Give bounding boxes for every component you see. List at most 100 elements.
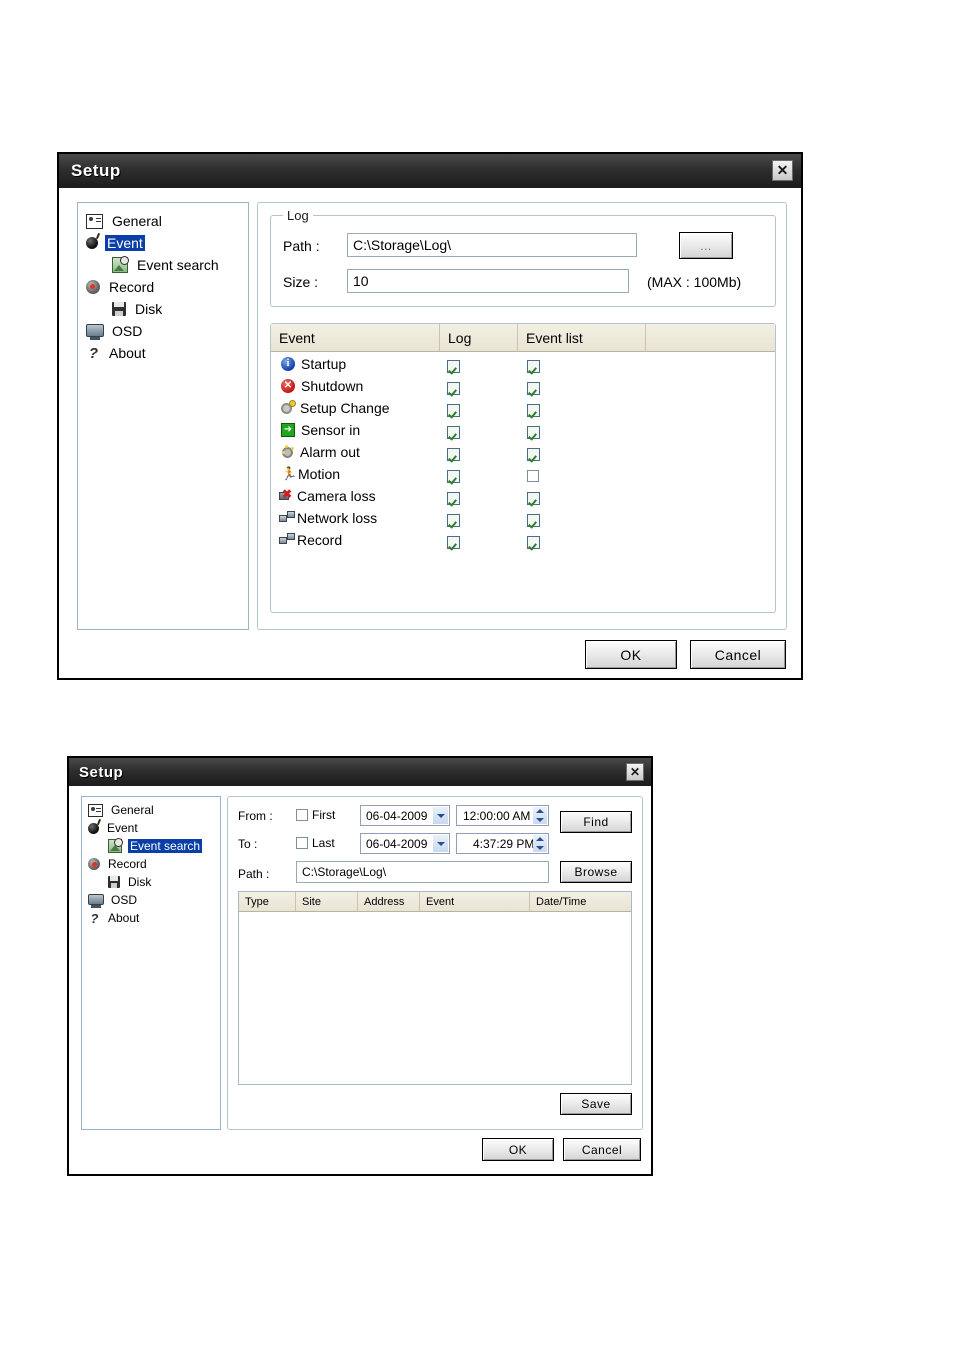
sidebar-label: Event search bbox=[137, 257, 219, 273]
page-root: Setup ✕ General Event Event search Recor… bbox=[0, 0, 954, 1350]
sidebar-item-general[interactable]: General bbox=[86, 213, 164, 229]
sidebar-label: Record bbox=[109, 279, 155, 295]
from-label: From : bbox=[238, 809, 273, 823]
record-icon bbox=[88, 858, 100, 870]
browse-button[interactable]: Browse bbox=[560, 861, 632, 883]
dialog2-title: Setup bbox=[79, 763, 124, 781]
log-checkbox[interactable] bbox=[447, 404, 460, 417]
sidebar-item-about[interactable]: ? About bbox=[88, 911, 141, 925]
sidebar-item-disk[interactable]: Disk bbox=[112, 301, 164, 317]
arrow-in-icon: ➜ bbox=[281, 423, 295, 437]
log-checkbox[interactable] bbox=[447, 514, 460, 527]
bomb-icon bbox=[86, 237, 98, 249]
ok-button[interactable]: OK bbox=[585, 640, 677, 669]
size-label: Size : bbox=[283, 274, 319, 290]
sidebar-label: About bbox=[108, 911, 140, 925]
sidebar-item-general[interactable]: General bbox=[88, 803, 156, 817]
column-header-datetime: Date/Time bbox=[529, 892, 631, 911]
ok-button[interactable]: OK bbox=[482, 1138, 554, 1161]
to-time-spinner[interactable]: 4:37:29 PM bbox=[456, 833, 549, 854]
column-header-type: Type bbox=[245, 895, 269, 908]
sidebar-label: Event bbox=[107, 821, 138, 835]
table-row: Setup Change bbox=[281, 400, 390, 416]
table-row: Network loss bbox=[279, 510, 377, 526]
camera-loss-icon bbox=[279, 488, 295, 503]
event-list-checkbox[interactable] bbox=[527, 536, 540, 549]
chevron-down-icon[interactable] bbox=[433, 807, 448, 824]
column-header-site: Site bbox=[295, 892, 357, 911]
save-button[interactable]: Save bbox=[560, 1093, 632, 1115]
event-name: Camera loss bbox=[297, 488, 376, 504]
sidebar-item-record[interactable]: Record bbox=[86, 279, 156, 295]
spinner-arrows-icon[interactable] bbox=[533, 835, 547, 852]
sidebar-item-osd[interactable]: OSD bbox=[88, 893, 139, 907]
sidebar-label: General bbox=[112, 213, 162, 229]
log-size-input[interactable]: 10 bbox=[347, 269, 629, 293]
sidebar-item-record[interactable]: Record bbox=[88, 857, 149, 871]
log-path-input[interactable]: C:\Storage\Log\ bbox=[347, 233, 637, 257]
sidebar-label: Record bbox=[108, 857, 147, 871]
to-last-label: Last bbox=[312, 836, 335, 850]
sidebar-item-about[interactable]: ? About bbox=[86, 345, 148, 361]
search-results-listbox[interactable]: Type Site Address Event Date/Time bbox=[238, 891, 632, 1085]
log-groupbox-title: Log bbox=[283, 208, 313, 223]
log-checkbox[interactable] bbox=[447, 382, 460, 395]
log-checkbox[interactable] bbox=[447, 360, 460, 373]
from-date-combo[interactable]: 06-04-2009 bbox=[360, 805, 450, 826]
event-list-checkbox[interactable] bbox=[527, 426, 540, 439]
log-checkbox[interactable] bbox=[447, 448, 460, 461]
log-checkbox[interactable] bbox=[447, 492, 460, 505]
path-label: Path : bbox=[283, 238, 320, 254]
log-checkbox[interactable] bbox=[447, 536, 460, 549]
table-row: Record bbox=[279, 532, 342, 548]
cancel-button[interactable]: Cancel bbox=[690, 640, 786, 669]
from-first-checkbox[interactable] bbox=[296, 809, 308, 821]
to-last-checkbox[interactable] bbox=[296, 837, 308, 849]
event-list-checkbox[interactable] bbox=[527, 404, 540, 417]
log-checkbox[interactable] bbox=[447, 470, 460, 483]
close-icon[interactable]: ✕ bbox=[626, 763, 644, 781]
find-button[interactable]: Find bbox=[560, 811, 632, 833]
cancel-button[interactable]: Cancel bbox=[563, 1138, 641, 1161]
floppy-disk-icon bbox=[108, 876, 120, 888]
column-header-event: Event bbox=[279, 329, 315, 346]
sidebar-item-osd[interactable]: OSD bbox=[86, 323, 144, 339]
gear-icon bbox=[281, 400, 296, 415]
search-path-input[interactable]: C:\Storage\Log\ bbox=[296, 861, 549, 883]
column-header-spacer bbox=[645, 324, 775, 351]
info-icon: i bbox=[281, 357, 295, 371]
network-loss-icon bbox=[279, 511, 295, 525]
sidebar-label: OSD bbox=[111, 893, 138, 907]
column-header-event-list: Event list bbox=[517, 324, 645, 351]
sidebar-label: OSD bbox=[112, 323, 143, 339]
event-list-checkbox[interactable] bbox=[527, 470, 539, 482]
dialog2-content-panel: From : First 06-04-2009 12:00:00 AM Find… bbox=[227, 796, 643, 1130]
dialog1-sidebar: General Event Event search Record Disk O… bbox=[77, 202, 249, 630]
table-row: 🏃 Motion bbox=[281, 466, 340, 482]
dialog2-sidebar: General Event Event search Record Disk O… bbox=[81, 796, 221, 1130]
event-list-checkbox[interactable] bbox=[527, 448, 540, 461]
spinner-arrows-icon[interactable] bbox=[533, 807, 547, 824]
network-icon bbox=[279, 533, 295, 547]
event-list-checkbox[interactable] bbox=[527, 360, 540, 373]
sidebar-item-event-search[interactable]: Event search bbox=[108, 838, 203, 853]
question-mark-icon: ? bbox=[88, 344, 99, 362]
sidebar-item-event[interactable]: Event bbox=[86, 235, 145, 251]
close-icon[interactable]: ✕ bbox=[772, 160, 793, 181]
to-date-combo[interactable]: 06-04-2009 bbox=[360, 833, 450, 854]
general-icon bbox=[88, 803, 103, 817]
table-row: i Startup bbox=[281, 356, 346, 372]
sidebar-item-disk[interactable]: Disk bbox=[108, 875, 153, 889]
sidebar-item-event[interactable]: Event bbox=[88, 821, 140, 835]
results-rows-area bbox=[239, 912, 631, 1084]
log-checkbox[interactable] bbox=[447, 426, 460, 439]
from-time-spinner[interactable]: 12:00:00 AM bbox=[456, 805, 549, 826]
browse-path-button[interactable]: ... bbox=[679, 232, 733, 259]
chevron-down-icon[interactable] bbox=[433, 835, 448, 852]
sidebar-item-event-search[interactable]: Event search bbox=[112, 256, 221, 273]
setup-dialog-event: Setup ✕ General Event Event search Recor… bbox=[57, 152, 803, 680]
event-list-checkbox[interactable] bbox=[527, 492, 540, 505]
monitor-icon bbox=[88, 893, 104, 905]
event-list-checkbox[interactable] bbox=[527, 382, 540, 395]
event-list-checkbox[interactable] bbox=[527, 514, 540, 527]
